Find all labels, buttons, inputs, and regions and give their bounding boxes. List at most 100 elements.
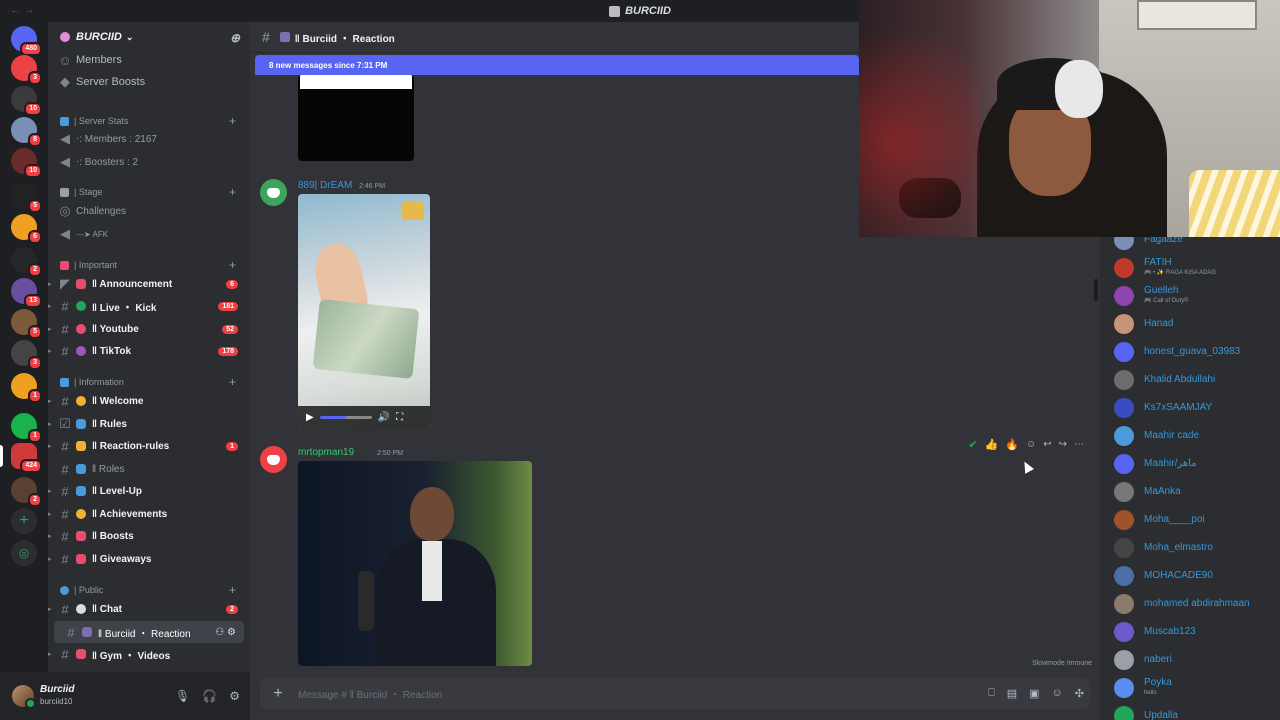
invite-icon[interactable]: ⊕ [230, 31, 240, 45]
member-item[interactable]: Maahir/ماهر [1114, 450, 1280, 478]
channel-reaction-rules[interactable]: ▸ # ‖ Reaction-rules 1 [48, 435, 250, 457]
fullscreen-icon[interactable]: ⛶ [396, 412, 403, 423]
member-item[interactable]: MOHACADE90 [1114, 562, 1280, 590]
server-icon-10[interactable]: 3 [11, 340, 42, 370]
add-channel-icon[interactable]: + [229, 114, 236, 128]
volume-icon[interactable]: 🔊 [378, 412, 390, 423]
composer-placeholder[interactable]: Message # ‖ Burciid ・ Reaction [298, 686, 442, 701]
member-item[interactable]: Updalla [1114, 702, 1280, 720]
message-composer[interactable]: + Message # ‖ Burciid ・ Reaction ⎕ ▤ ▣ ☺… [260, 678, 1090, 709]
channel-level-up[interactable]: ▸ # ‖ Level-Up [48, 480, 250, 502]
category-important[interactable]: | Important + [60, 257, 240, 273]
sidebar-item-members[interactable]: ☺ Members [48, 49, 250, 71]
server-icon-1[interactable]: 3 [11, 55, 42, 85]
member-item[interactable]: Moha_elmastro [1114, 534, 1280, 562]
server-icon-burciid[interactable]: 424 [0, 443, 42, 473]
channel-announcement[interactable]: ▸ ◤ ‖ Announcement 6 [48, 273, 250, 295]
channel-live-kick[interactable]: ▸ # ‖ Live ・ Kick 181 [48, 295, 250, 317]
back-forward-icon[interactable]: ← → [10, 4, 35, 16]
microphone-icon[interactable]: 🎙 [175, 689, 190, 703]
member-item[interactable]: Poyka hello [1114, 674, 1280, 702]
voice-afk[interactable]: ◀ ---➤ AFK [48, 223, 250, 245]
add-attachment-icon[interactable]: + [268, 685, 288, 703]
channel-rules[interactable]: ▸ ☑ ‖ Rules [48, 413, 250, 435]
server-icon-7[interactable]: 2 [11, 247, 42, 277]
add-channel-icon[interactable]: + [229, 185, 236, 199]
member-item[interactable]: Khalid Abdullahi [1114, 366, 1280, 394]
headphones-icon[interactable]: 🎧 [202, 689, 217, 703]
server-header[interactable]: BURCIID ⌄ ⊕ [48, 22, 250, 52]
gift-icon[interactable]: ⎕ [988, 687, 995, 700]
member-item[interactable]: Fagaaze [1114, 237, 1280, 254]
add-reaction-icon[interactable]: ☺ [1026, 439, 1036, 450]
add-channel-icon[interactable]: + [229, 258, 236, 272]
channel-roles[interactable]: # ‖ Roles [48, 458, 250, 480]
scrollbar-thumb[interactable] [1094, 279, 1098, 301]
sidebar-item-server-boosts[interactable]: ◆ Server Boosts [48, 71, 250, 93]
home-button[interactable]: 480 [11, 26, 42, 56]
member-item[interactable]: MaAnka [1114, 478, 1280, 506]
member-item[interactable]: naberi [1114, 646, 1280, 674]
category-server-stats[interactable]: | Server Stats + [60, 113, 240, 129]
server-icon-2[interactable]: 10 [11, 86, 42, 116]
message-author[interactable]: 889| DrEAM [298, 180, 352, 191]
sticker-icon[interactable]: ▣ [1029, 687, 1039, 700]
explore-icon[interactable]: ◎ [11, 540, 37, 566]
emoji-icon[interactable]: ☺ [1052, 687, 1063, 700]
server-icon-14[interactable]: 2 [11, 477, 42, 507]
channel-youtube[interactable]: ▸ # ‖ Youtube 52 [48, 318, 250, 340]
server-icon-4[interactable]: 10 [11, 148, 42, 178]
server-icon-3[interactable]: 8 [11, 117, 42, 147]
server-icon-12[interactable]: 1 [11, 413, 42, 443]
member-item[interactable]: Ks7xSAAMJAY [1114, 394, 1280, 422]
channel-welcome[interactable]: ▸ # ‖ Welcome [48, 390, 250, 412]
channel-achievements[interactable]: ▸ # ‖ Achievements [48, 503, 250, 525]
avatar[interactable] [260, 179, 287, 206]
progress-bar[interactable] [319, 415, 372, 419]
server-icon-11[interactable]: 1 [11, 373, 42, 403]
image-attachment[interactable] [298, 75, 414, 161]
voice-members-count[interactable]: ◀ ⋅: Members : 2167 [48, 128, 250, 150]
server-icon-8[interactable]: 13 [11, 278, 42, 308]
category-information[interactable]: | Information + [60, 374, 240, 390]
more-icon[interactable]: ⋯ [1074, 439, 1084, 450]
channel-boosts[interactable]: ▸ # ‖ Boosts [48, 525, 250, 547]
video-attachment[interactable] [298, 461, 532, 666]
video-attachment[interactable]: ▶ 🔊 ⛶ [298, 194, 430, 428]
reply-icon[interactable]: ↩ [1043, 439, 1051, 450]
category-public[interactable]: | Public + [60, 582, 240, 598]
server-icon-6[interactable]: 6 [11, 214, 42, 244]
member-item[interactable]: Muscab123 [1114, 618, 1280, 646]
channel-chat[interactable]: ▸ # ‖ Chat 2 [48, 598, 250, 620]
forward-icon[interactable]: ↪ [1059, 439, 1067, 450]
member-item[interactable]: Maahir cade [1114, 422, 1280, 450]
gif-icon[interactable]: ▤ [1007, 687, 1017, 700]
message-author[interactable]: mrtopman19 [298, 447, 354, 458]
fire-icon[interactable]: 🔥 [1005, 438, 1019, 451]
server-icon-5[interactable]: 5 [11, 183, 42, 213]
user-names[interactable]: Burciid burciid10 [40, 684, 74, 708]
member-item[interactable]: FATIH 🎮 • ✨ RAGA KISA ADAG [1114, 254, 1280, 282]
avatar[interactable] [260, 446, 287, 473]
channel-giveaways[interactable]: ▸ # ‖ Giveaways [48, 548, 250, 570]
new-messages-bar[interactable]: 8 new messages since 7:31 PM [255, 55, 859, 75]
avatar[interactable] [12, 685, 36, 709]
server-icon-9[interactable]: 5 [11, 309, 42, 339]
channel-burciid-reaction[interactable]: # ‖ Burciid ・ Reaction ⚇ ⚙ [54, 621, 244, 643]
member-item[interactable]: honest_guava_03983 [1114, 338, 1280, 366]
add-server-icon[interactable]: + [11, 508, 37, 534]
member-item[interactable]: mohamed abdirahmaan [1114, 590, 1280, 618]
thumbs-up-icon[interactable]: 👍 [985, 438, 999, 451]
gear-icon[interactable]: ⚙ [229, 689, 240, 703]
apps-icon[interactable]: ✣ [1075, 687, 1084, 700]
member-item[interactable]: Hanad [1114, 310, 1280, 338]
voice-boosters-count[interactable]: ◀ ⋅: Boosters : 2 [48, 151, 250, 173]
check-reaction-icon[interactable]: ✔ [968, 438, 977, 451]
add-channel-icon[interactable]: + [229, 583, 236, 597]
add-channel-icon[interactable]: + [229, 375, 236, 389]
channel-tiktok[interactable]: ▸ # ‖ TikTok 178 [48, 340, 250, 362]
channel-settings-icon[interactable]: ⚇ ⚙ [215, 627, 236, 638]
category-stage[interactable]: | Stage + [60, 184, 240, 200]
member-item[interactable]: Guelleh 🎮 Call of Duty® [1114, 282, 1280, 310]
channel-gym-videos[interactable]: ▸ # ‖ Gym ・ Videos [48, 643, 250, 665]
